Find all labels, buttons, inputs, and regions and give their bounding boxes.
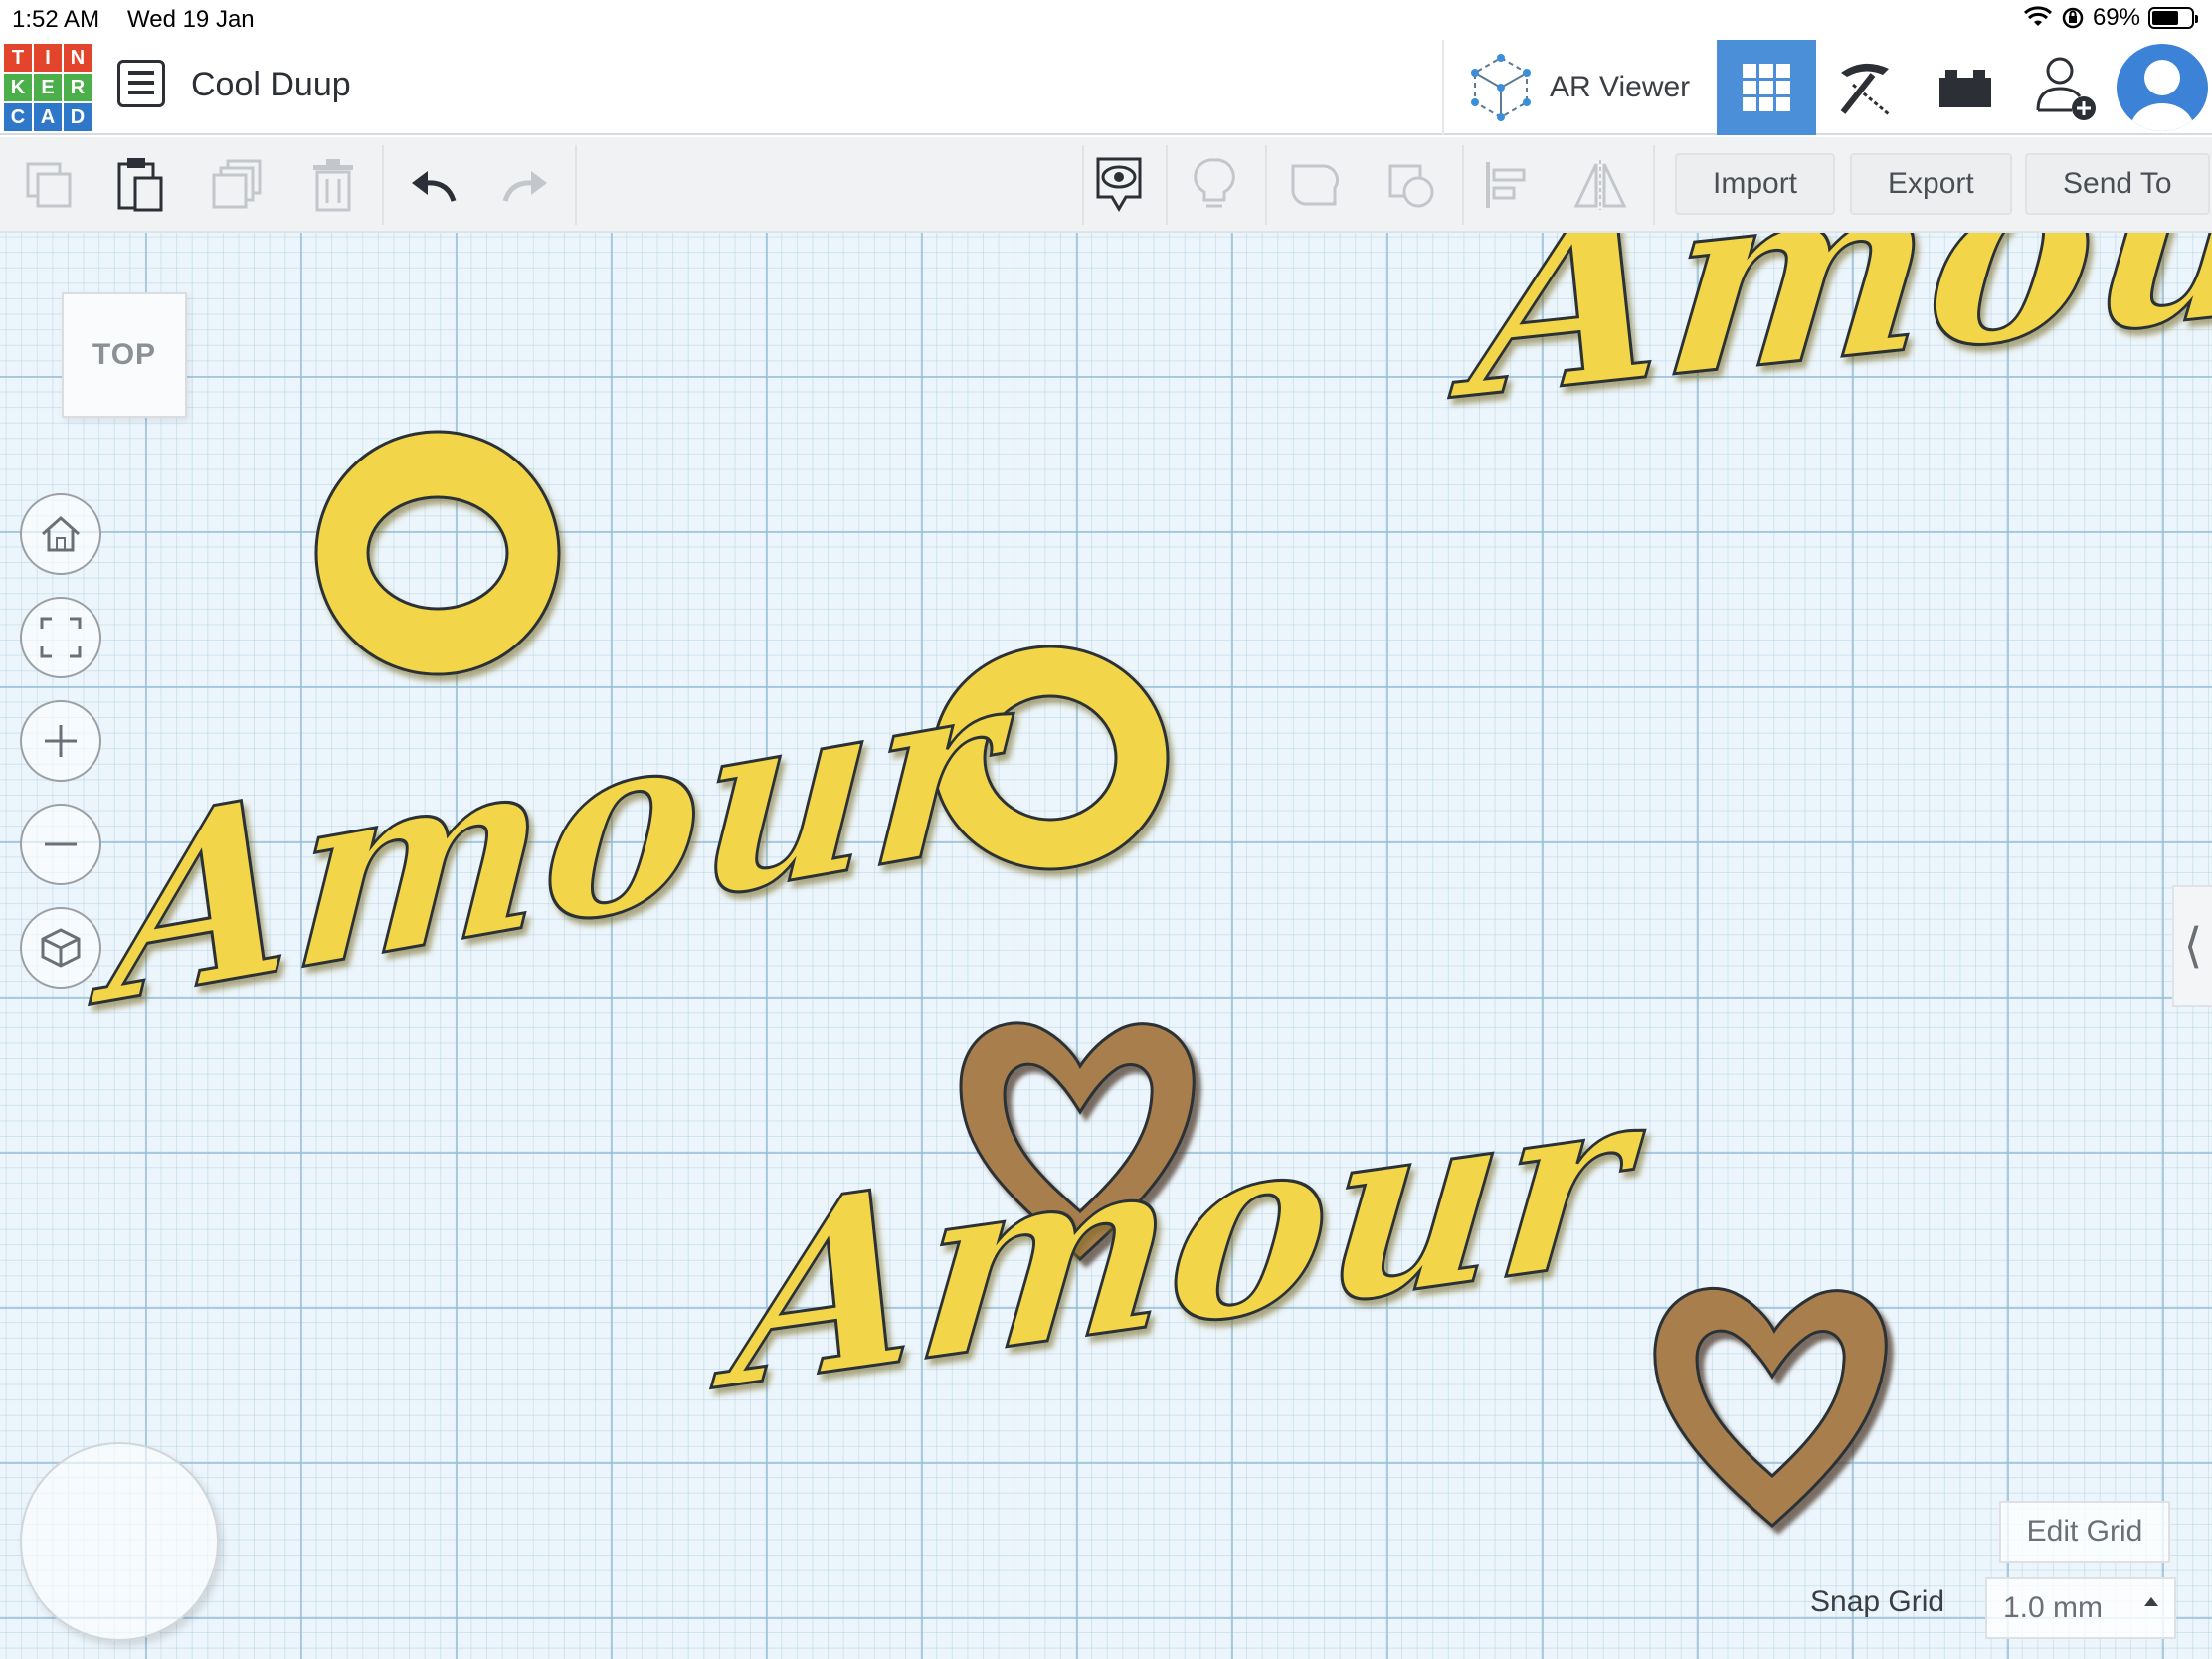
pickaxe-icon [1840, 63, 1890, 116]
notes-visibility-icon [1096, 157, 1142, 212]
bricks-icon [1939, 70, 1991, 107]
zoom-out-icon [45, 842, 77, 846]
redo-icon [502, 171, 547, 202]
delete-button[interactable] [298, 151, 368, 219]
logo-tile: K [4, 74, 32, 101]
lightbulb-icon [1194, 158, 1235, 208]
copy-button[interactable] [14, 151, 84, 219]
logo-tile: C [4, 103, 32, 131]
delete-icon [313, 159, 353, 212]
undo-button[interactable] [398, 151, 467, 219]
mirror-button[interactable] [1566, 151, 1635, 219]
mirror-icon [1573, 160, 1627, 210]
3d-design-view-button[interactable] [1717, 40, 1816, 135]
amour-text-shape[interactable]: Amour [1441, 233, 2212, 459]
tinkercad-logo[interactable]: TIN KER CAD [4, 44, 92, 131]
battery-icon [2148, 7, 2198, 29]
header-divider [1442, 40, 1444, 135]
status-date: Wed 19 Jan [127, 6, 255, 33]
invite-user-button[interactable] [2015, 40, 2115, 135]
caret-up-icon [2144, 1597, 2158, 1606]
snap-grid-value: 1.0 mm [2003, 1591, 2104, 1624]
design-menu-button[interactable] [117, 60, 165, 107]
logo-tile: D [64, 103, 92, 131]
app-header: TIN KER CAD Cool Duup AR Viewer [0, 40, 2212, 135]
ar-viewer-label: AR Viewer [1550, 71, 1691, 103]
user-avatar[interactable] [2117, 44, 2208, 131]
toolbar-separator [1653, 145, 1655, 225]
import-button[interactable]: Import [1675, 153, 1836, 215]
ring-shape-left[interactable] [314, 430, 561, 676]
ungroup-button[interactable] [1377, 151, 1446, 219]
redo-button[interactable] [491, 151, 561, 219]
battery-percentage: 69% [2092, 4, 2140, 31]
copy-icon [26, 162, 72, 208]
ungroup-icon [1388, 164, 1434, 208]
orientation-lock-icon [2062, 7, 2084, 29]
group-button[interactable] [1279, 151, 1349, 219]
align-icon [1486, 162, 1526, 208]
amour-pendant-top-right[interactable]: Amour [1441, 233, 2212, 459]
amour-pendant-rings[interactable]: Amour [83, 430, 1170, 1064]
edit-grid-button[interactable]: Edit Grid [1999, 1501, 2170, 1563]
undo-icon [412, 171, 457, 202]
add-user-icon [2036, 57, 2096, 120]
fit-all-button[interactable] [20, 597, 101, 678]
export-button[interactable]: Export [1850, 153, 2012, 215]
logo-tile: T [4, 44, 32, 72]
duplicate-button[interactable] [203, 151, 273, 219]
show-all-button[interactable] [1180, 151, 1249, 219]
status-right-group: 69% [2023, 4, 2198, 32]
paste-button[interactable] [105, 151, 175, 219]
snap-grid-select[interactable]: 1.0 mm [1985, 1577, 2176, 1639]
panel-toggle-button[interactable]: ⟨ [2172, 885, 2212, 1007]
toolbar-separator [575, 145, 577, 225]
logo-tile: I [34, 44, 62, 72]
zoom-out-button[interactable] [20, 804, 101, 885]
toolbar-separator [1265, 145, 1267, 225]
toolbar-separator [382, 145, 384, 225]
zoom-in-button[interactable] [20, 700, 101, 782]
home-icon [42, 515, 80, 552]
amour-text-shape[interactable]: Amour [83, 612, 1022, 1064]
orbit-joystick[interactable] [20, 1442, 219, 1641]
logo-tile: A [34, 103, 62, 131]
logo-tile: R [64, 74, 92, 101]
logo-tile: E [34, 74, 62, 101]
notes-visibility-button[interactable] [1084, 151, 1154, 219]
send-to-button[interactable]: Send To [2025, 153, 2210, 215]
user-silhouette-icon [2130, 60, 2194, 131]
toolbar-separator [1462, 145, 1464, 225]
fit-all-icon [40, 617, 82, 658]
duplicate-icon [212, 159, 262, 209]
ar-viewer-button[interactable]: AR Viewer [1470, 52, 1690, 123]
perspective-toggle-button[interactable] [20, 907, 101, 989]
grid-view-icon [1743, 64, 1790, 111]
scene-canvas[interactable]: Amour Amour Amour [0, 233, 2212, 1659]
design-title[interactable]: Cool Duup [191, 66, 351, 104]
heart-shape-right[interactable] [1653, 1287, 1888, 1528]
view-cube[interactable]: TOP [62, 292, 187, 418]
status-time: 1:52 AM [12, 6, 100, 33]
logo-tile: N [64, 44, 92, 72]
workplane-grid[interactable]: Amour Amour Amour TOP ⟨ Edit Grid Snap G… [0, 233, 2212, 1659]
wifi-icon [2023, 6, 2052, 26]
home-view-button[interactable] [20, 493, 101, 575]
amour-pendant-hearts[interactable]: Amour [702, 1021, 1888, 1528]
bricks-view-button[interactable] [1916, 40, 2015, 135]
align-button[interactable] [1472, 151, 1542, 219]
toolbar-separator [1166, 145, 1168, 225]
zoom-in-icon [45, 725, 77, 757]
ar-cube-icon [1471, 54, 1531, 121]
group-icon [1291, 164, 1339, 206]
edit-toolbar: Import Export Send To [0, 137, 2212, 233]
perspective-cube-icon [41, 928, 81, 968]
paste-icon [117, 158, 163, 212]
codeblocks-view-button[interactable] [1816, 40, 1916, 135]
ios-status-bar: 1:52 AM Wed 19 Jan 69% [0, 0, 2212, 40]
snap-grid-label: Snap Grid [1810, 1585, 1945, 1618]
